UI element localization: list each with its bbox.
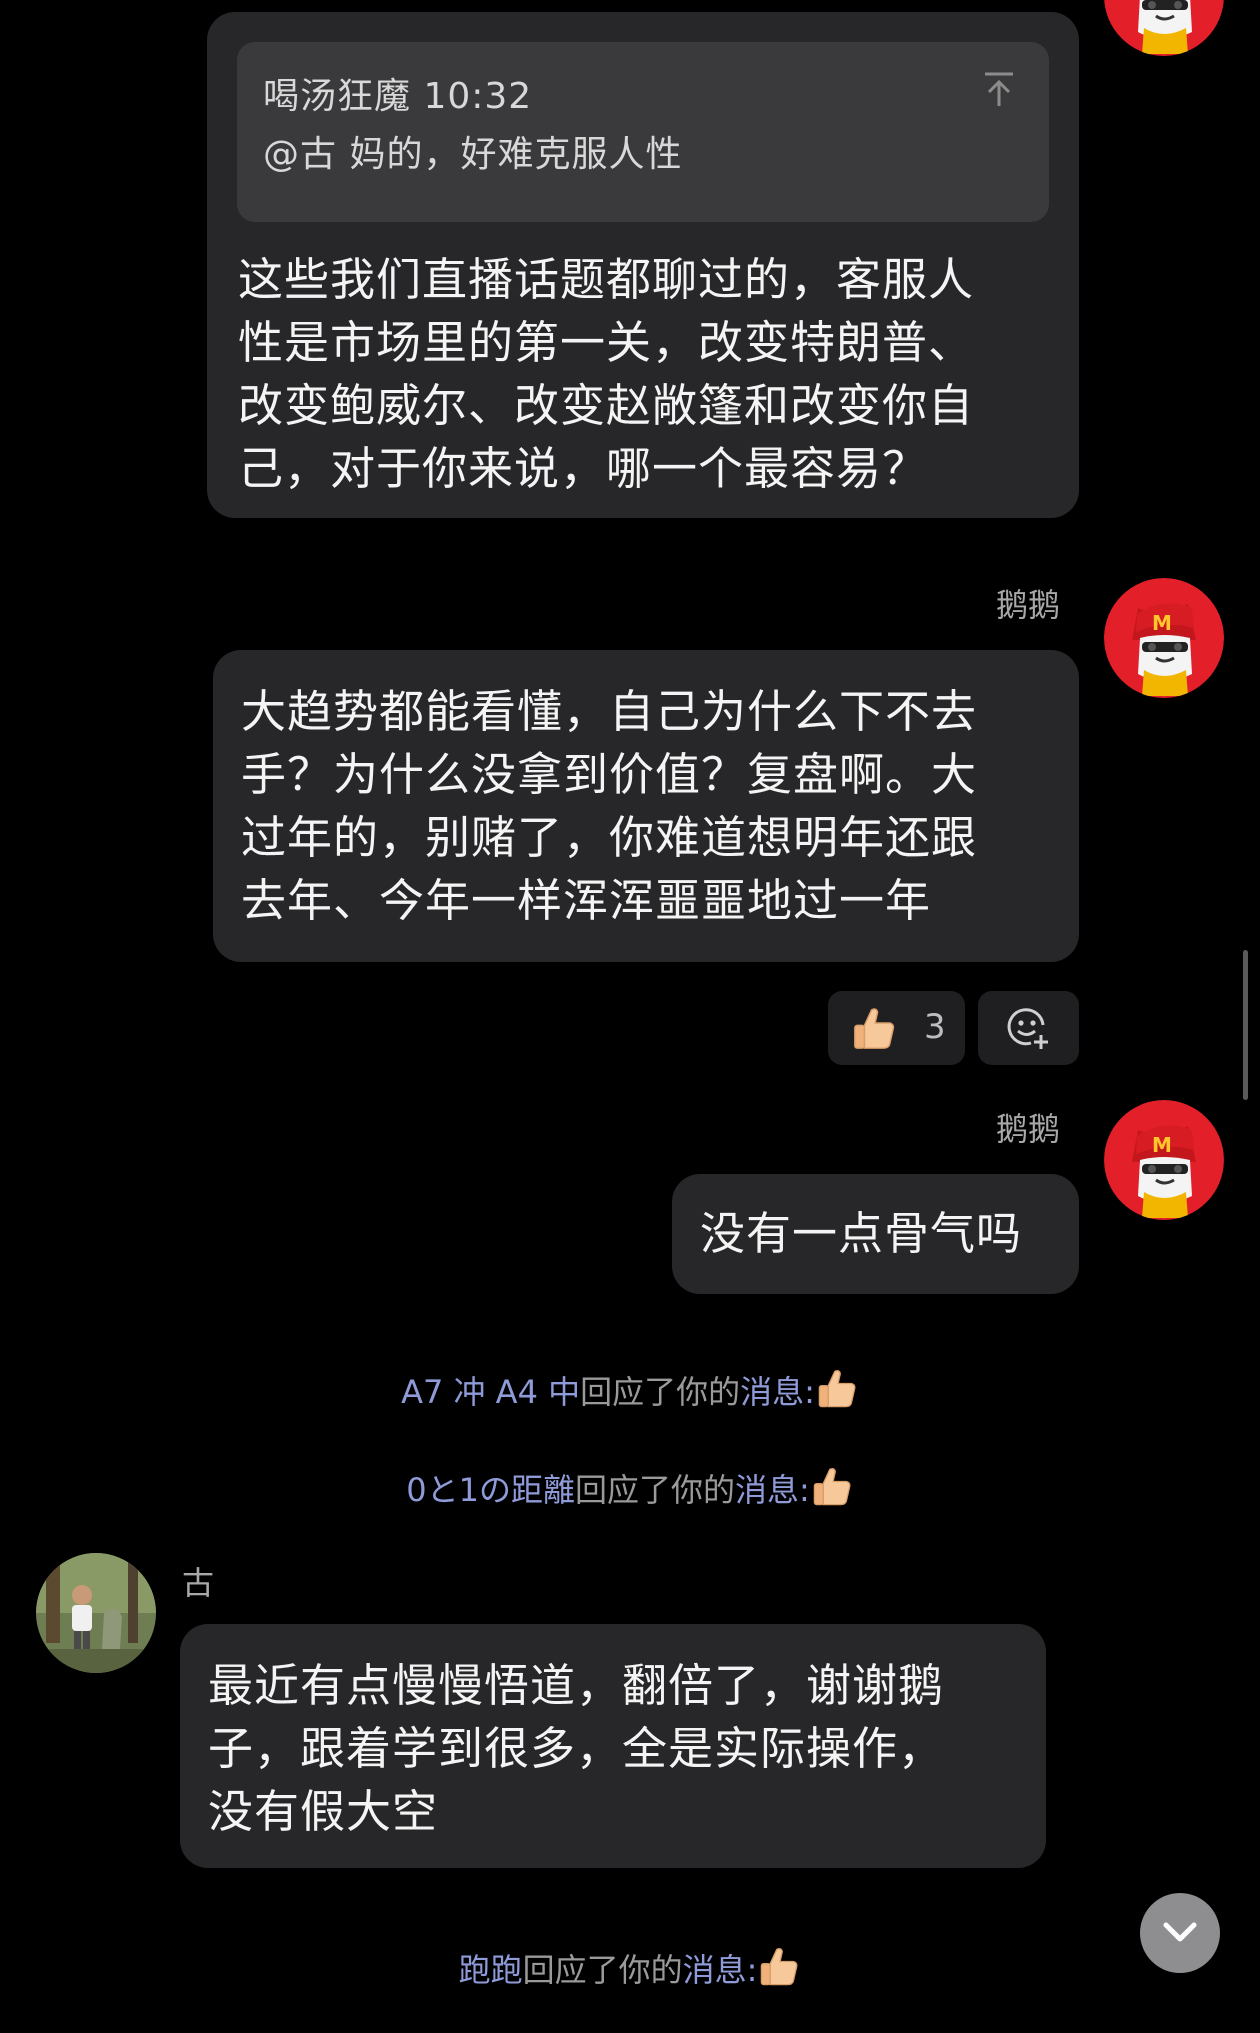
- avatar-other[interactable]: [36, 1553, 156, 1673]
- reactor-name[interactable]: 跑跑: [459, 1951, 523, 1989]
- avatar-self[interactable]: [1104, 1100, 1224, 1220]
- message-text: 这些我们直播话题都聊过的，客服人 性是市场里的第一关，改变特朗普、 改变鲍威尔、…: [238, 253, 975, 495]
- message-bubble[interactable]: 喝汤狂魔 10:32 @古 妈的，好难克服人性 这些我们直播话题都聊过的，客服人…: [207, 12, 1079, 518]
- add-emoji-icon: [1007, 1008, 1048, 1049]
- reaction-thumbs-up[interactable]: 3: [828, 991, 965, 1065]
- quoted-message[interactable]: 喝汤狂魔 10:32 @古 妈的，好难克服人性: [237, 42, 1049, 222]
- scrollbar-thumb[interactable]: [1243, 950, 1248, 1100]
- quote-sender: 喝汤狂魔: [263, 76, 412, 117]
- message-bubble[interactable]: 大趋势都能看懂，自己为什么下不去 手？为什么没拿到价值？复盘啊。大 过年的，别赌…: [213, 650, 1079, 962]
- sender-name: 鹅鹅: [996, 586, 1061, 624]
- thumbs-up-icon: [815, 1367, 859, 1411]
- thumbs-up-icon: [757, 1945, 801, 1989]
- message-link[interactable]: 消息:: [735, 1471, 810, 1509]
- message-link[interactable]: 消息:: [683, 1951, 758, 1989]
- thumbs-up-icon: [810, 1465, 854, 1509]
- jump-to-top-icon[interactable]: [981, 70, 1017, 110]
- message-bubble[interactable]: 没有一点骨气吗: [672, 1174, 1079, 1294]
- avatar-self[interactable]: [1104, 0, 1224, 56]
- chevron-down-icon: [1163, 1922, 1197, 1942]
- reaction-count: 3: [924, 1007, 946, 1047]
- reaction-notice: A7 冲 A4 中回应了你的消息:: [0, 1367, 1260, 1413]
- reactor-name[interactable]: A7 冲 A4 中: [401, 1373, 580, 1411]
- reactor-name[interactable]: 0と1の距離: [406, 1471, 575, 1509]
- sender-name: 鹅鹅: [996, 1110, 1061, 1148]
- avatar-self[interactable]: [1104, 578, 1224, 698]
- sender-name: 古: [182, 1564, 215, 1602]
- thumbs-up-icon: [850, 1005, 898, 1053]
- quote-time: 10:32: [423, 76, 533, 117]
- reaction-notice: 跑跑回应了你的消息:: [0, 1945, 1260, 1991]
- reaction-notice: 0と1の距離回应了你的消息:: [0, 1465, 1260, 1511]
- quote-text: @古 妈的，好难克服人性: [263, 134, 683, 175]
- add-reaction-button[interactable]: [978, 991, 1079, 1065]
- message-link[interactable]: 消息:: [740, 1373, 815, 1411]
- quote-header: 喝汤狂魔 10:32: [263, 68, 1049, 126]
- message-bubble[interactable]: 最近有点慢慢悟道，翻倍了，谢谢鹅 子，跟着学到很多，全是实际操作， 没有假大空: [180, 1624, 1046, 1868]
- scroll-to-bottom-button[interactable]: [1140, 1893, 1220, 1973]
